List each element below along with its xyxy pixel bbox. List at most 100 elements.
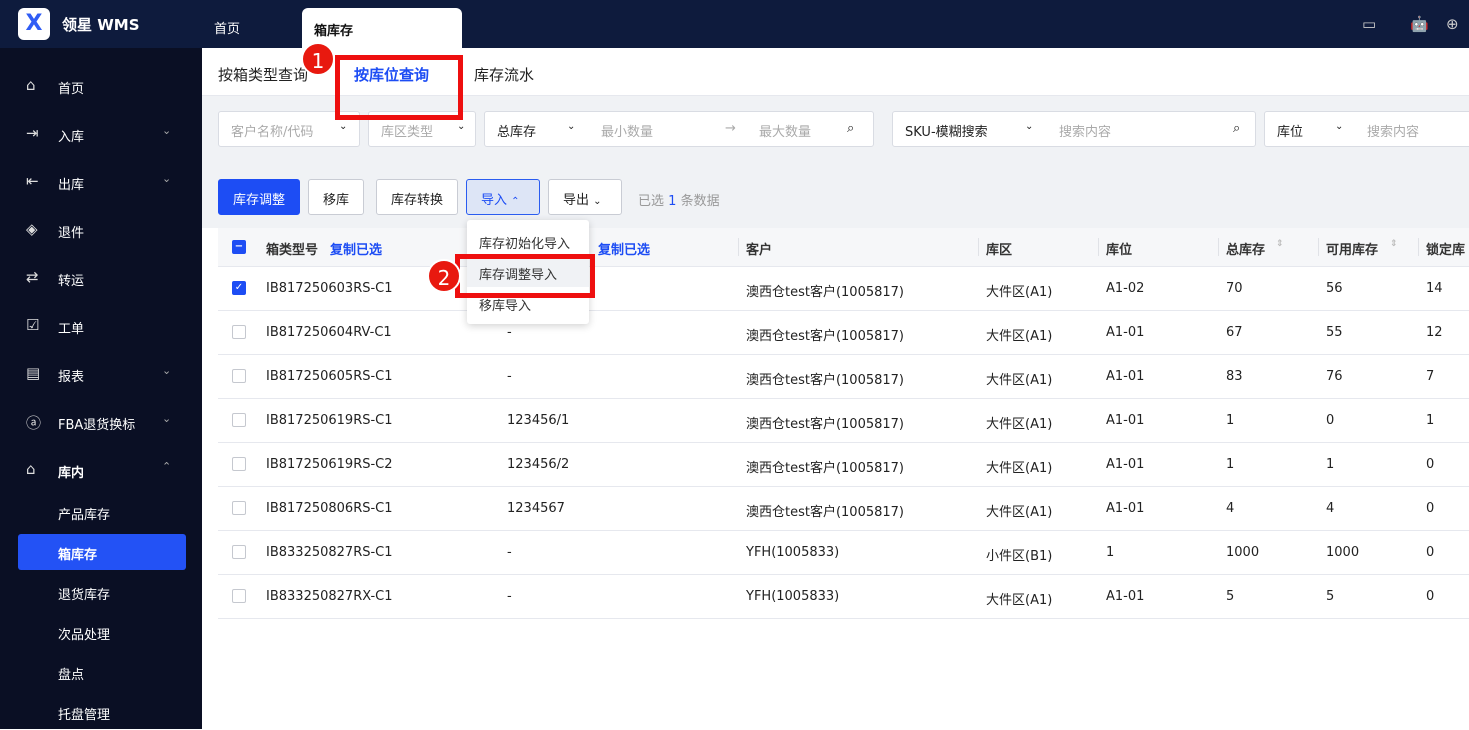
row-checkbox[interactable]	[232, 545, 246, 559]
import-button[interactable]: 导入 ⌃	[466, 179, 540, 215]
quantity-range[interactable]: 总库存 ⌄ 最小数量 → 最大数量 ⌕	[484, 111, 874, 147]
cell-locked: 7	[1426, 369, 1435, 384]
cell-total: 83	[1226, 369, 1243, 384]
stock-adjust-button[interactable]: 库存调整	[218, 179, 301, 215]
tab-box-inventory[interactable]: 箱库存	[302, 8, 462, 48]
table-row[interactable]: IB833250827RS-C1 - YFH(1005833) 小件区(B1) 1 100…	[218, 531, 1469, 575]
sort-icon[interactable]: ⇕	[1276, 239, 1284, 249]
location-mode-select[interactable]: 库位	[1277, 121, 1303, 140]
chevron-down-icon: ⌄	[1335, 121, 1344, 132]
sidebar-item-workorder[interactable]: ☑ 工单	[0, 306, 202, 346]
table-row[interactable]: IB833250827RX-C1 - YFH(1005833) 大件区(A1) A1-0…	[218, 575, 1469, 619]
tab-home[interactable]: 首页	[214, 18, 240, 37]
row-checkbox[interactable]: ✓	[232, 281, 246, 295]
cell-locked: 1	[1426, 413, 1435, 428]
table-row[interactable]: IB817250604RV-C1 - 澳西仓test客户(1005817) 大件区(A…	[218, 311, 1469, 355]
divider	[1098, 238, 1099, 256]
highlight-box-1	[335, 55, 463, 120]
cell-avail: 56	[1326, 281, 1343, 296]
sidebar-sub-pallet[interactable]: 托盘管理	[18, 694, 186, 730]
sidebar-item-home[interactable]: ⌂ 首页	[0, 66, 202, 106]
label: 工单	[58, 322, 85, 337]
cell-box: IB833250827RS-C1	[266, 545, 393, 560]
sku-search-input[interactable]: 搜索内容	[1059, 121, 1111, 140]
inbox-icon[interactable]: ▭	[1362, 15, 1376, 33]
top-bar: X 领星 WMS 首页 箱库存 ▭ 🤖 ⊕	[0, 0, 1469, 48]
sidebar-sub-stocktake[interactable]: 盘点	[18, 654, 186, 690]
tab-stock-flow[interactable]: 库存流水	[474, 64, 534, 85]
cell-avail: 55	[1326, 325, 1343, 340]
min-quantity-input[interactable]: 最小数量	[601, 121, 653, 140]
cell-zone: 小件区(B1)	[986, 549, 1053, 564]
location-search[interactable]: 库位 ⌄ 搜索内容	[1264, 111, 1469, 147]
table-row[interactable]: IB817250619RS-C1 123456/1 澳西仓test客户(100581…	[218, 399, 1469, 443]
max-quantity-input[interactable]: 最大数量	[759, 121, 811, 140]
row-checkbox[interactable]	[232, 413, 246, 427]
cell-col2: -	[507, 589, 512, 604]
row-checkbox[interactable]	[232, 369, 246, 383]
sidebar-sub-defective[interactable]: 次品处理	[18, 614, 186, 650]
cell-col2: 123456/1	[507, 413, 570, 428]
copy-selected-link[interactable]: 复制已选	[330, 239, 382, 258]
row-checkbox[interactable]	[232, 501, 246, 515]
label: 退件	[58, 226, 85, 241]
cell-total: 4	[1226, 501, 1235, 516]
table-row[interactable]: IB817250605RS-C1 - 澳西仓test客户(1005817) 大件区(A…	[218, 355, 1469, 399]
search-icon[interactable]: ⌕	[1233, 121, 1240, 136]
row-checkbox[interactable]	[232, 589, 246, 603]
divider	[1318, 238, 1319, 256]
sidebar-item-reports[interactable]: ▤ 报表 ⌄	[0, 354, 202, 394]
export-button[interactable]: 导出 ⌄	[548, 179, 622, 215]
location-search-input[interactable]: 搜索内容	[1367, 121, 1419, 140]
cell-loc: A1-01	[1106, 325, 1145, 340]
sidebar-item-transfer[interactable]: ⇄ 转运	[0, 258, 202, 298]
table-row[interactable]: IB817250619RS-C2 123456/2 澳西仓test客户(100581…	[218, 443, 1469, 487]
table-row[interactable]: IB817250806RS-C1 1234567 澳西仓test客户(1005817…	[218, 487, 1469, 531]
divider	[1418, 238, 1419, 256]
row-checkbox[interactable]	[232, 325, 246, 339]
label: 导入	[481, 193, 508, 208]
stock-type-select[interactable]: 总库存	[497, 121, 536, 140]
chevron-down-icon: ⌄	[567, 121, 576, 132]
sidebar-sub-box-inventory[interactable]: 箱库存	[18, 534, 186, 570]
copy-selected-link[interactable]: 复制已选	[598, 239, 650, 258]
header-total[interactable]: 总库存	[1226, 239, 1265, 258]
sidebar-sub-product-inventory[interactable]: 产品库存	[18, 494, 186, 530]
cell-customer: 澳西仓test客户(1005817)	[746, 417, 905, 432]
count: 1	[668, 194, 677, 209]
cell-loc: A1-02	[1106, 281, 1145, 296]
label: 报表	[58, 370, 85, 385]
sku-mode-select[interactable]: SKU-模糊搜索	[905, 121, 988, 140]
row-checkbox[interactable]	[232, 457, 246, 471]
search-icon[interactable]: ⌕	[847, 121, 854, 136]
menu-item-init-import[interactable]: 库存初始化导入	[467, 226, 589, 256]
cell-col2: -	[507, 325, 512, 340]
table-row[interactable]: ✓ IB817250603RS-C1 澳西仓test客户(1005817) 大件区(A…	[218, 267, 1469, 311]
cell-loc: 1	[1106, 545, 1115, 560]
cell-customer: YFH(1005833)	[746, 589, 840, 604]
cell-zone: 大件区(A1)	[986, 329, 1053, 344]
cell-locked: 0	[1426, 589, 1435, 604]
sidebar-sub-return-inventory[interactable]: 退货库存	[18, 574, 186, 610]
sort-icon[interactable]: ⇕	[1390, 239, 1398, 249]
tab-by-box-type[interactable]: 按箱类型查询	[218, 64, 308, 85]
cell-loc: A1-01	[1106, 501, 1145, 516]
convert-button[interactable]: 库存转换	[376, 179, 459, 215]
return-icon: ◈	[26, 220, 38, 238]
header-available[interactable]: 可用库存	[1326, 239, 1378, 258]
sku-search[interactable]: SKU-模糊搜索 ⌄ 搜索内容 ⌕	[892, 111, 1256, 147]
sidebar-item-fba[interactable]: ⓐ FBA退货换标 ⌄	[0, 402, 202, 442]
cell-box: IB817250619RS-C2	[266, 457, 393, 472]
download-icon[interactable]: ⊕	[1446, 15, 1459, 33]
sidebar-item-returns[interactable]: ◈ 退件	[0, 210, 202, 250]
select-all-checkbox[interactable]: −	[232, 240, 246, 254]
cell-loc: A1-01	[1106, 369, 1145, 384]
transfer-icon: ⇄	[26, 268, 39, 286]
move-button[interactable]: 移库	[308, 179, 365, 215]
sidebar-item-outbound[interactable]: ⇤ 出库 ⌄	[0, 162, 202, 202]
cell-customer: 澳西仓test客户(1005817)	[746, 329, 905, 344]
workorder-icon: ☑	[26, 316, 40, 334]
robot-icon[interactable]: 🤖	[1410, 15, 1429, 33]
sidebar-item-inbound[interactable]: ⇥ 入库 ⌄	[0, 114, 202, 154]
sidebar-item-inhouse[interactable]: ⌂ 库内 ⌃	[0, 450, 202, 490]
